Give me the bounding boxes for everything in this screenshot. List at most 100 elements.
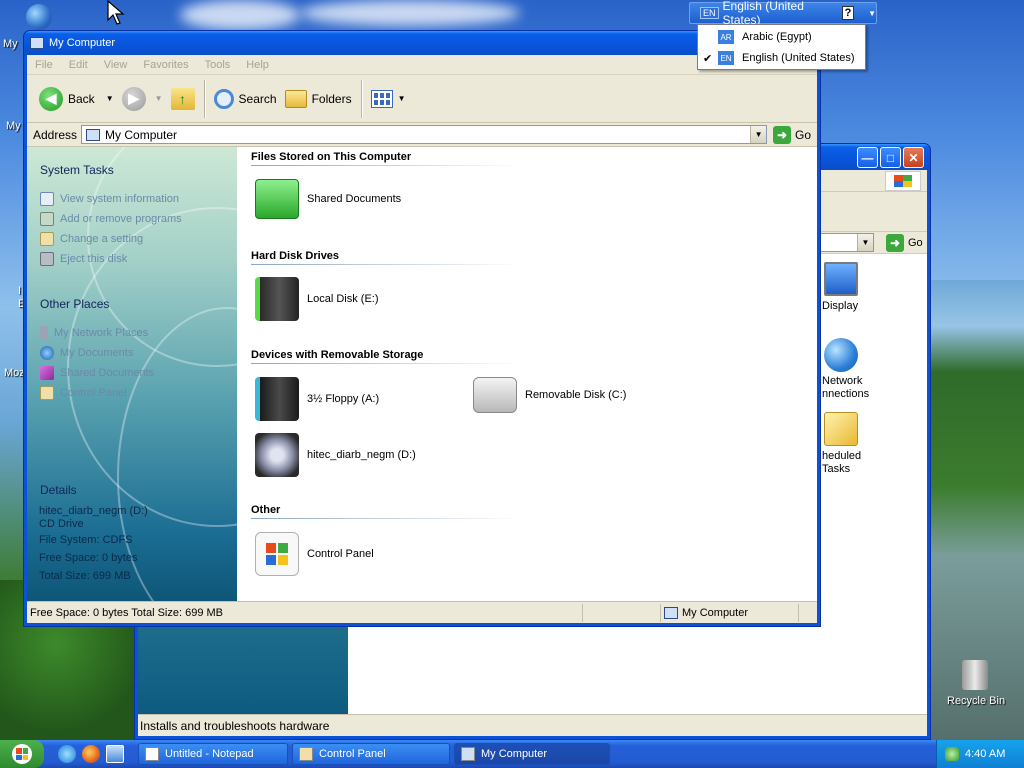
other-places-panel: Other Places My Network Places My Docume… [40,297,154,403]
internet-explorer-icon[interactable] [58,745,76,763]
cd-drive-icon [255,433,299,477]
display-icon[interactable] [824,262,858,296]
address-dropdown-button[interactable]: ▼ [750,126,767,143]
language-menu-item-arabic[interactable]: AR Arabic (Egypt) [698,27,865,47]
start-button[interactable] [0,740,44,768]
language-menu-item-english[interactable]: ✔ EN English (United States) [698,48,865,68]
removable-disk-c-item[interactable]: Removable Disk (C:) [473,377,626,413]
chevron-down-icon[interactable]: ▼ [868,9,876,18]
menu-file[interactable]: File [35,59,53,71]
view-system-information-link[interactable]: View system information [40,189,182,209]
details-total-size: Total Size: 699 MB [39,570,131,582]
help-button[interactable]: ? [841,6,855,20]
back-button[interactable]: ◀ Back ▼ [35,81,118,117]
display-label[interactable]: Display [822,300,858,313]
language-code-badge: EN [718,51,734,65]
my-network-places-link[interactable]: My Network Places [40,323,154,343]
system-tasks-title: System Tasks [40,163,114,177]
desktop-icon-globe[interactable] [26,4,52,30]
language-bar[interactable]: EN English (United States) ? ▼ [689,0,877,27]
network-places-icon [40,326,48,340]
language-code-badge: AR [718,30,734,44]
my-computer-window[interactable]: My Computer File Edit View Favorites Too… [23,30,821,627]
details-name: hitec_diarb_negm (D:) [39,505,148,517]
cd-drive-d-item[interactable]: hitec_diarb_negm (D:) [255,433,416,477]
details-type: CD Drive [39,518,84,530]
taskbar-item-notepad[interactable]: Untitled - Notepad [138,743,288,765]
taskbar-item-control-panel[interactable]: Control Panel [292,743,450,765]
computer-icon [461,747,475,761]
network-connections-icon[interactable] [824,338,858,372]
close-button[interactable]: ✕ [903,147,924,168]
chevron-down-icon[interactable]: ▼ [398,94,406,103]
firefox-icon[interactable] [82,745,100,763]
show-desktop-icon[interactable] [106,745,124,763]
menu-help[interactable]: Help [246,59,269,71]
go-button[interactable]: Go [795,128,811,142]
removable-disk-icon [473,377,517,413]
add-remove-programs-icon [40,212,54,226]
folder-icon [284,89,307,108]
back-arrow-icon: ◀ [39,86,63,111]
taskbar: Untitled - Notepad Control Panel My Comp… [0,740,1024,768]
language-menu: AR Arabic (Egypt) ✔ EN English (United S… [697,24,866,70]
system-info-icon [40,192,54,206]
menu-favorites[interactable]: Favorites [143,59,188,71]
go-button[interactable]: Go [908,237,923,249]
address-input[interactable]: My Computer ▼ [81,125,768,144]
chevron-down-icon[interactable]: ▼ [106,94,114,103]
desktop-icon-label[interactable]: My [3,38,18,50]
window-title: My Computer [49,37,116,49]
control-panel-icon [40,386,54,400]
language-current[interactable]: English (United States) [723,0,828,27]
go-arrow-icon[interactable]: ➜ [773,125,792,144]
chevron-down-icon[interactable]: ▼ [155,94,163,103]
group-header-removable: Devices with Removable Storage [251,349,521,364]
checkmark-icon: ✔ [703,52,713,65]
add-remove-programs-link[interactable]: Add or remove programs [40,209,182,229]
scheduled-tasks-label[interactable]: Tasks [822,463,850,476]
eject-disk-link[interactable]: Eject this disk [40,249,182,269]
address-dropdown-button[interactable]: ▼ [857,234,873,251]
status-text: Installs and troubleshoots hardware [140,718,330,733]
forward-arrow-icon: ▶ [121,86,146,111]
scheduled-tasks-icon[interactable] [824,412,858,446]
network-connections-label[interactable]: Network [822,375,862,388]
floppy-a-item[interactable]: 3½ Floppy (A:) [255,377,379,421]
details-title: Details [40,483,77,497]
maximize-button[interactable]: □ [880,147,901,168]
search-button[interactable]: Search [210,81,281,117]
network-connections-label[interactable]: nnections [822,388,869,401]
control-panel-item[interactable]: Control Panel [255,532,374,576]
taskbar-item-my-computer[interactable]: My Computer [454,743,610,765]
computer-icon [664,606,678,619]
scheduled-tasks-label[interactable]: heduled [822,450,861,463]
minimize-button[interactable]: — [857,147,878,168]
recycle-bin-label[interactable]: Recycle Bin [947,695,1005,707]
my-documents-link[interactable]: My Documents [40,343,154,363]
desktop-icon-label[interactable]: My [6,120,21,132]
views-button[interactable]: ▼ [367,81,410,117]
desktop-icon-label[interactable]: Moz [4,367,25,379]
language-code-badge: EN [700,7,719,19]
menu-view[interactable]: View [104,59,128,71]
forward-button[interactable]: ▶ ▼ [118,81,167,117]
control-panel-link[interactable]: Control Panel [40,383,154,403]
system-tray: 4:40 AM [936,740,1024,768]
shared-documents-link[interactable]: Shared Documents [40,363,154,383]
shared-documents-item[interactable]: Shared Documents [255,179,401,219]
change-a-setting-link[interactable]: Change a setting [40,229,182,249]
folders-button[interactable]: Folders [281,81,356,117]
desktop-icon-label[interactable]: I [18,285,21,297]
menu-edit[interactable]: Edit [69,59,88,71]
views-icon [370,89,393,108]
go-arrow-icon[interactable]: ➜ [886,234,904,252]
clock[interactable]: 4:40 AM [965,748,1005,760]
menu-tools[interactable]: Tools [205,59,231,71]
up-folder-button[interactable]: ↑ [167,81,199,117]
details-panel: Details hitec_diarb_negm (D:) CD Drive F… [39,483,148,585]
recycle-bin-icon[interactable] [962,660,988,690]
local-disk-e-item[interactable]: Local Disk (E:) [255,277,379,321]
group-header-other: Other [251,504,521,519]
network-tray-icon[interactable] [945,747,959,761]
